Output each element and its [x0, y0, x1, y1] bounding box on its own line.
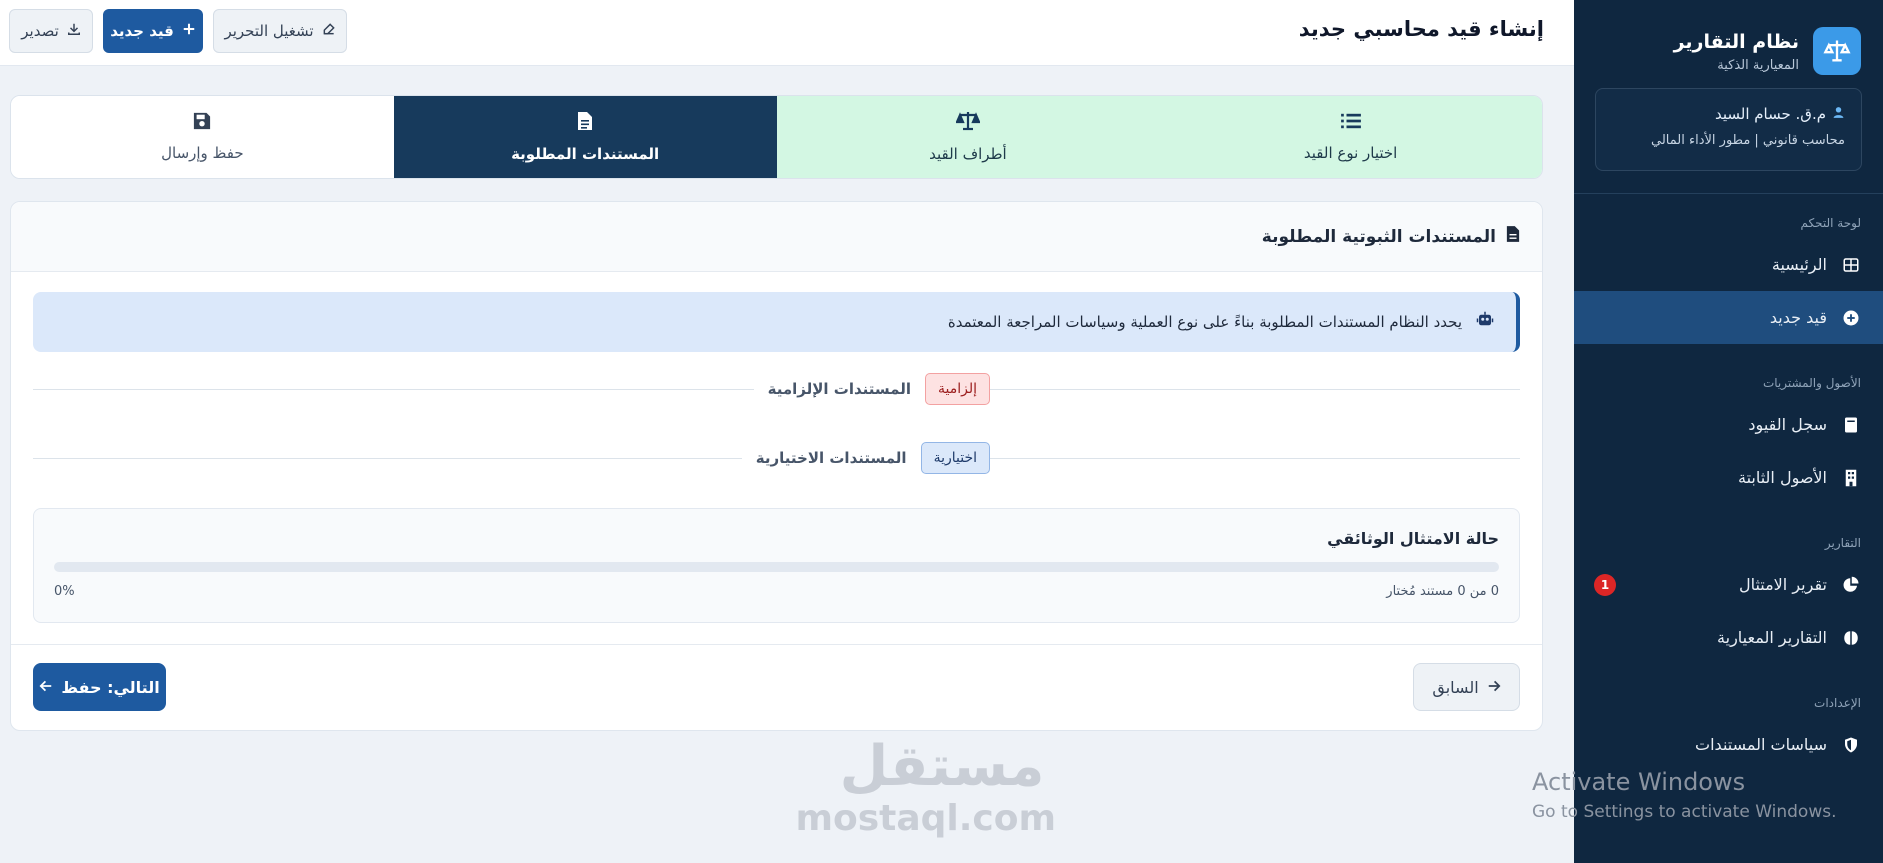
- arrow-left-icon: [39, 678, 53, 697]
- plus-icon: [182, 22, 196, 40]
- new-entry-button[interactable]: قيد جديد: [103, 9, 203, 53]
- arrow-right-icon: [1487, 678, 1501, 697]
- sidebar-item-new-entry[interactable]: قيد جديد: [1574, 291, 1883, 344]
- run-edit-button[interactable]: تشغيل التحرير: [213, 9, 347, 53]
- card-footer: السابق التالي: حفظ: [11, 644, 1542, 730]
- section-label-assets: الأصول والمشتريات: [1762, 376, 1861, 390]
- section-label-dashboard: لوحة التحكم: [1800, 216, 1862, 230]
- step-label: حفظ وإرسال: [161, 144, 244, 162]
- next-label: التالي: حفظ: [61, 677, 160, 697]
- user-role: محاسب قانوني | مطور الأداء المالي: [1651, 133, 1845, 148]
- watermark-arabic: مستقل: [839, 734, 1045, 799]
- book-icon: [1841, 415, 1861, 435]
- building-icon: [1841, 468, 1861, 488]
- info-alert: يحدد النظام المستندات المطلوبة بناءً على…: [33, 292, 1520, 352]
- sidebar-item-journal[interactable]: سجل القيود: [1574, 398, 1883, 451]
- document-icon: [577, 111, 593, 135]
- save-icon: [193, 112, 211, 134]
- user-card[interactable]: م.ق. حسام السيد محاسب قانوني | مطور الأد…: [1595, 88, 1862, 171]
- compliance-footer: 0 من 0 مستند مُختار 0%: [54, 584, 1499, 599]
- export-button[interactable]: تصدير: [9, 9, 93, 53]
- sidebar-item-label: سجل القيود: [1748, 415, 1827, 434]
- sidebar-item-compliance-report[interactable]: تقرير الامتثال 1: [1574, 558, 1883, 611]
- divider-line: [33, 457, 742, 459]
- brand-subtitle: المعيارية الذكية: [1717, 57, 1799, 73]
- step-label: أطراف القيد: [929, 145, 1007, 163]
- mostaql-watermark: مستقل mostaql.com: [795, 734, 1056, 839]
- divider-line: [990, 388, 1520, 390]
- section-label-settings: الإعدادات: [1814, 696, 1861, 710]
- grid-icon: [1841, 255, 1861, 275]
- sidebar-item-label: التقارير المعيارية: [1717, 628, 1827, 647]
- notification-badge: 1: [1594, 574, 1616, 596]
- user-name-row: م.ق. حسام السيد: [1612, 105, 1845, 123]
- page-title: إنشاء قيد محاسبي جديد: [1298, 17, 1544, 41]
- divider-line: [33, 388, 754, 390]
- sidebar-item-standard-reports[interactable]: التقارير المعيارية: [1574, 611, 1883, 664]
- step-entry-type[interactable]: اختيار نوع القيد: [1159, 96, 1542, 178]
- brand-title: نظام التقارير: [1673, 30, 1799, 53]
- export-label: تصدير: [21, 22, 59, 40]
- watermark-english: mostaql.com: [795, 798, 1056, 839]
- list-icon: [1340, 112, 1362, 134]
- compliance-status-box: حالة الامتثال الوثائقي 0 من 0 مستند مُخت…: [33, 508, 1520, 623]
- activation-subtitle: Go to Settings to activate Windows.: [1532, 802, 1837, 822]
- card-header: المستندات الثبوتية المطلوبة: [11, 202, 1542, 272]
- required-tag: إلزامية: [925, 373, 990, 405]
- next-save-button[interactable]: التالي: حفظ: [33, 663, 166, 711]
- windows-activation-notice: Activate Windows Go to Settings to activ…: [1532, 768, 1837, 822]
- compliance-count: 0 من 0 مستند مُختار: [1386, 584, 1499, 599]
- download-icon: [67, 22, 81, 40]
- scale-icon: [955, 111, 981, 135]
- step-label: المستندات المطلوبة: [511, 145, 660, 163]
- optional-documents-divider: اختيارية المستندات الاختيارية: [33, 441, 1520, 475]
- sidebar-item-label: سياسات المستندات: [1695, 735, 1827, 754]
- sidebar-item-label: الرئيسية: [1771, 255, 1827, 274]
- compliance-title: حالة الامتثال الوثائقي: [1327, 529, 1499, 548]
- user-icon: [1832, 105, 1845, 123]
- plus-circle-icon: [1841, 308, 1861, 328]
- previous-button[interactable]: السابق: [1413, 663, 1520, 711]
- section-label-reports: التقارير: [1824, 536, 1861, 550]
- sidebar-item-label: الأصول الثابتة: [1737, 468, 1827, 487]
- optional-tag: اختيارية: [920, 442, 990, 474]
- previous-label: السابق: [1432, 677, 1479, 697]
- activation-title: Activate Windows: [1532, 768, 1746, 796]
- step-save-submit[interactable]: حفظ وإرسال: [11, 96, 394, 178]
- sidebar-item-label: قيد جديد: [1769, 308, 1827, 327]
- compliance-percent: 0%: [54, 584, 75, 599]
- user-name: م.ق. حسام السيد: [1714, 105, 1826, 123]
- step-required-documents[interactable]: المستندات المطلوبة: [393, 96, 777, 178]
- divider-line: [990, 457, 1520, 459]
- info-text: يحدد النظام المستندات المطلوبة بناءً على…: [947, 313, 1462, 331]
- run-edit-label: تشغيل التحرير: [224, 22, 314, 40]
- sidebar-item-home[interactable]: الرئيسية: [1574, 238, 1883, 291]
- required-documents-divider: إلزامية المستندات الإلزامية: [33, 372, 1520, 406]
- top-header: إنشاء قيد محاسبي جديد تشغيل التحرير قيد …: [0, 0, 1574, 66]
- compliance-progress-bar: [54, 562, 1499, 572]
- file-icon: [1506, 225, 1520, 248]
- robot-icon: [1476, 311, 1494, 333]
- new-entry-label: قيد جديد: [110, 22, 174, 40]
- sidebar: نظام التقارير المعيارية الذكية م.ق. حسام…: [1574, 0, 1883, 863]
- documents-card: المستندات الثبوتية المطلوبة يحدد النظام …: [10, 201, 1543, 731]
- pie-chart-icon: [1841, 575, 1861, 595]
- step-entry-parties[interactable]: أطراف القيد: [776, 96, 1160, 178]
- required-documents-label: المستندات الإلزامية: [767, 380, 911, 398]
- sidebar-item-label: تقرير الامتثال: [1738, 575, 1827, 594]
- shield-icon: [1841, 735, 1861, 755]
- card-title: المستندات الثبوتية المطلوبة: [1261, 226, 1496, 247]
- wizard-stepper: اختيار نوع القيد أطراف القيد المستندات ا…: [10, 95, 1543, 179]
- scale-logo-icon: [1813, 27, 1861, 75]
- brand: نظام التقارير المعيارية الذكية: [1574, 0, 1883, 80]
- brain-icon: [1841, 628, 1861, 648]
- sidebar-item-document-policies[interactable]: سياسات المستندات: [1574, 718, 1883, 771]
- optional-documents-label: المستندات الاختيارية: [755, 449, 907, 467]
- step-label: اختيار نوع القيد: [1303, 144, 1398, 162]
- sidebar-item-fixed-assets[interactable]: الأصول الثابتة: [1574, 451, 1883, 504]
- edit-icon: [322, 22, 336, 40]
